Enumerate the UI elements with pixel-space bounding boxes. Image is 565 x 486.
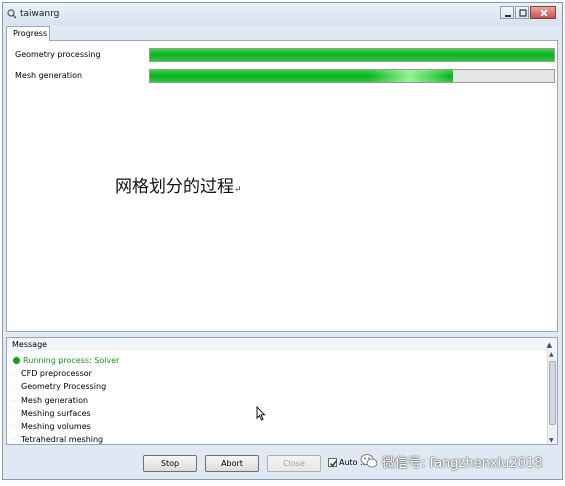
collapse-arrow-icon[interactable]: ▲ bbox=[547, 341, 552, 349]
list-item: · Tetrahedral meshing bbox=[13, 433, 119, 446]
list-item-text: Meshing surfaces bbox=[21, 408, 91, 418]
window-controls bbox=[499, 6, 556, 21]
stop-button[interactable]: Stop bbox=[143, 455, 197, 472]
geometry-progress-fill bbox=[150, 49, 554, 61]
green-circle-icon bbox=[13, 357, 20, 364]
message-scrollbar[interactable]: ▲ ▼ bbox=[547, 351, 557, 444]
wechat-watermark: 微信号: fangzhenxiu2018 bbox=[360, 450, 542, 472]
app-icon bbox=[7, 9, 17, 19]
abort-button[interactable]: Abort bbox=[205, 455, 259, 472]
list-item: · Meshing surfaces bbox=[13, 407, 119, 420]
list-item: · Meshing volumes bbox=[13, 420, 119, 433]
list-item-text: Meshing volumes bbox=[21, 421, 91, 431]
mesh-progress-bar bbox=[149, 69, 555, 83]
list-item: · CFD preprocessor bbox=[13, 367, 119, 380]
geometry-processing-label: Geometry processing bbox=[15, 50, 101, 59]
mesh-generation-label: Mesh generation bbox=[15, 71, 83, 80]
close-icon bbox=[540, 9, 548, 17]
paragraph-mark: ↵ bbox=[234, 185, 242, 195]
geometry-progress-bar bbox=[149, 48, 555, 62]
progress-panel: Geometry processing Mesh generation 网格划分… bbox=[6, 40, 558, 332]
scroll-thumb[interactable] bbox=[549, 361, 556, 425]
mesh-progress-shine bbox=[370, 70, 450, 82]
list-item-text: Geometry Processing bbox=[21, 382, 107, 392]
status-text: Running process: Solver bbox=[23, 356, 120, 365]
list-item-text: CFD preprocessor bbox=[21, 369, 92, 379]
message-list: Running process: Solver · CFD preprocesso… bbox=[13, 354, 119, 446]
maximize-button[interactable] bbox=[515, 6, 529, 19]
status-message: Running process: Solver bbox=[13, 354, 119, 367]
close-button[interactable]: Close bbox=[267, 455, 321, 472]
minimize-button[interactable] bbox=[500, 6, 514, 19]
list-item: · Geometry Processing bbox=[13, 380, 119, 393]
bullet-icon: · bbox=[13, 437, 15, 445]
tab-progress[interactable]: Progress bbox=[6, 26, 50, 41]
arrow-cursor-icon bbox=[256, 406, 266, 421]
title-bar[interactable]: taiwanrg bbox=[3, 3, 562, 25]
auto-checkbox[interactable] bbox=[328, 458, 338, 467]
maximize-icon bbox=[519, 9, 527, 17]
meshing-caption: 网格划分的过程↵ bbox=[115, 172, 242, 197]
message-header[interactable]: Message ▲ bbox=[6, 337, 558, 352]
watermark-text: 微信号: fangzhenxiu2018 bbox=[382, 455, 543, 471]
wechat-icon bbox=[360, 454, 378, 468]
checkmark-icon bbox=[330, 460, 338, 467]
list-item: · Mesh generation bbox=[13, 394, 119, 407]
message-header-label: Message bbox=[12, 340, 48, 349]
caption-text: 网格划分的过程 bbox=[115, 177, 234, 197]
window-title: taiwanrg bbox=[20, 9, 60, 19]
list-item-text: Tetrahedral meshing bbox=[21, 435, 104, 445]
message-area: Running process: Solver · CFD preprocesso… bbox=[6, 351, 558, 445]
list-item-text: Mesh generation bbox=[21, 395, 89, 405]
scroll-up-icon[interactable]: ▲ bbox=[549, 351, 554, 358]
scroll-down-icon[interactable]: ▼ bbox=[549, 437, 554, 444]
close-window-button[interactable] bbox=[530, 6, 556, 19]
minimize-icon bbox=[505, 15, 511, 17]
